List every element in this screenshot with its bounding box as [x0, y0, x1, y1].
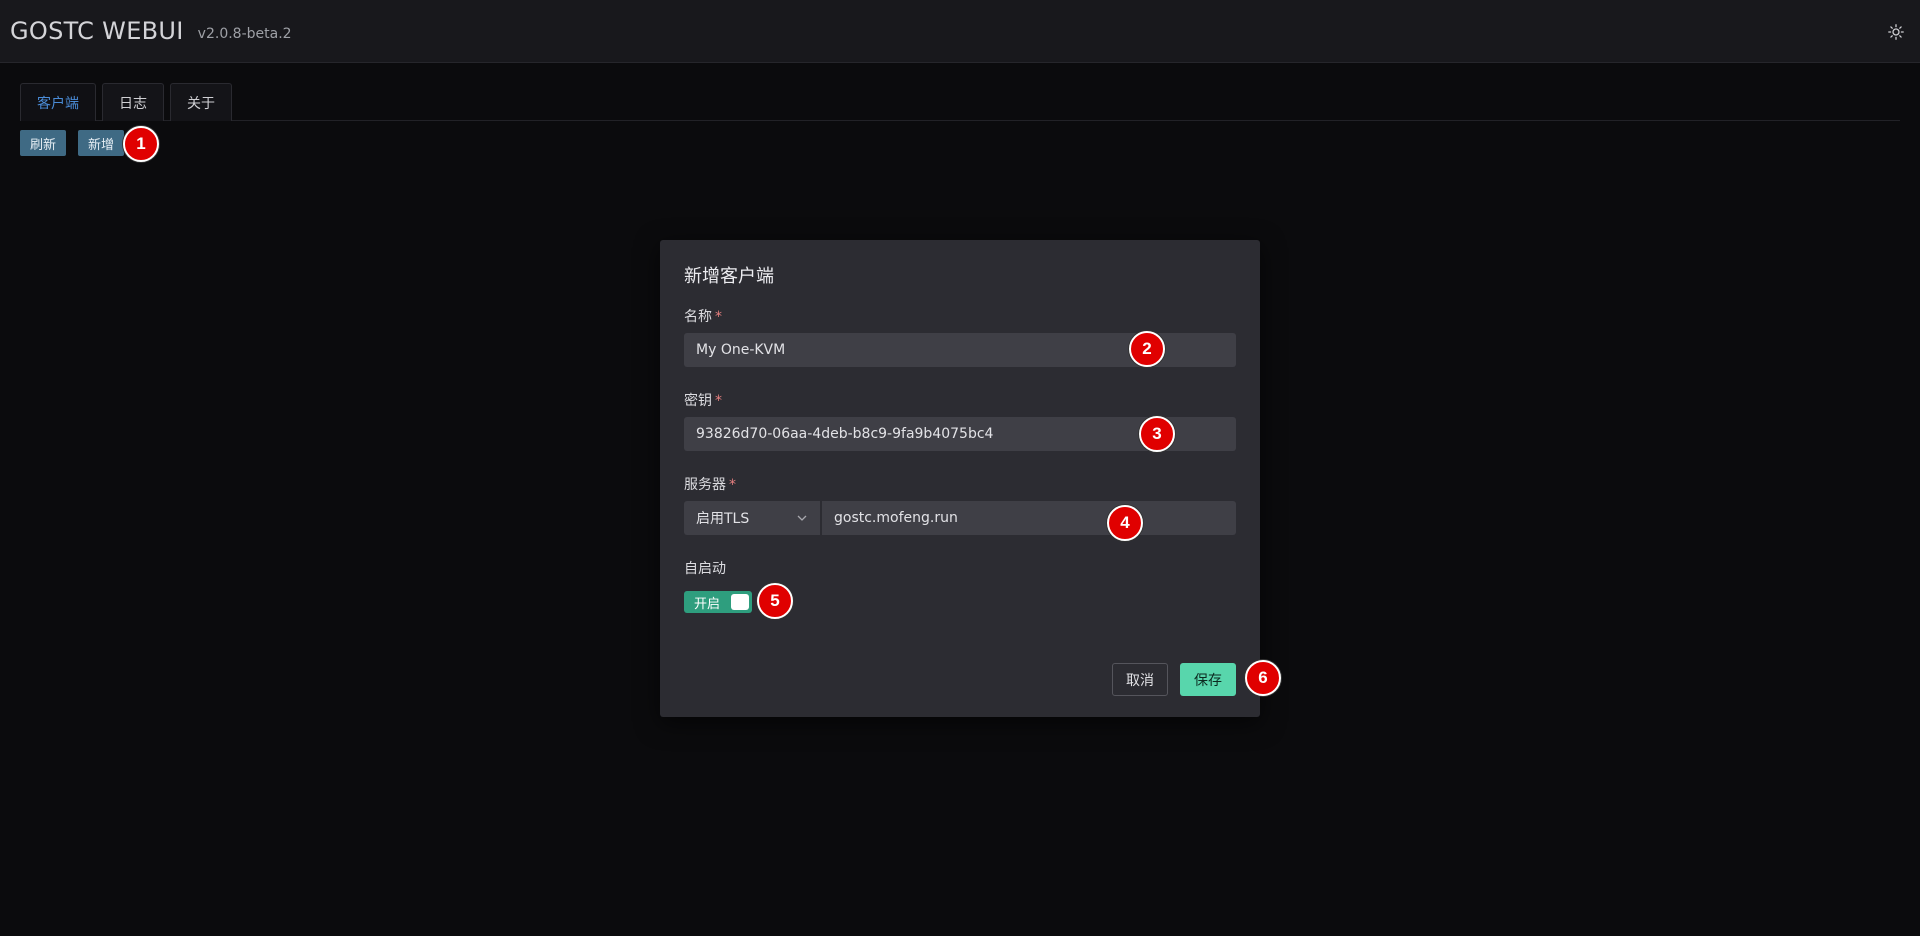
key-label-text: 密钥: [684, 393, 712, 409]
step-marker-4: 4: [1107, 505, 1143, 541]
tls-select[interactable]: 启用TLS: [684, 501, 821, 535]
key-label: 密钥 *: [684, 390, 722, 410]
server-label: 服务器 *: [684, 474, 736, 494]
dialog-title: 新增客户端: [684, 266, 774, 287]
sun-icon: [1888, 24, 1904, 40]
app-header: GOSTC WEBUI v2.0.8-beta.2: [0, 0, 1920, 63]
server-input-value: gostc.mofeng.run: [834, 510, 958, 526]
name-label: 名称 *: [684, 306, 722, 326]
add-button[interactable]: 新增: [78, 130, 125, 156]
step-marker-1: 1: [123, 126, 159, 162]
required-mark: *: [715, 393, 722, 409]
app-title: GOSTC WEBUI: [10, 17, 184, 45]
server-label-text: 服务器: [684, 477, 726, 493]
step-marker-6: 6: [1245, 660, 1281, 696]
switch-knob: [731, 594, 749, 610]
tab-logs[interactable]: 日志: [102, 83, 164, 121]
step-marker-5: 5: [757, 583, 793, 619]
theme-toggle-button[interactable]: [1886, 22, 1906, 42]
save-button[interactable]: 保存: [1180, 663, 1236, 696]
server-input[interactable]: gostc.mofeng.run: [822, 501, 1236, 535]
tab-bar: 客户端 日志 关于: [20, 83, 1900, 121]
required-mark: *: [729, 477, 736, 493]
autostart-switch[interactable]: 开启: [684, 591, 752, 613]
name-label-text: 名称: [684, 309, 712, 325]
refresh-button[interactable]: 刷新: [20, 130, 67, 156]
chevron-down-icon: [797, 515, 807, 521]
autostart-switch-label: 开启: [694, 596, 721, 612]
step-marker-2: 2: [1129, 331, 1165, 367]
name-input-value: My One-KVM: [696, 342, 786, 358]
cancel-button[interactable]: 取消: [1112, 663, 1168, 696]
required-mark: *: [715, 309, 722, 325]
key-input-value: 93826d70-06aa-4deb-b8c9-9fa9b4075bc4: [696, 426, 994, 442]
step-marker-3: 3: [1139, 416, 1175, 452]
tls-select-value: 启用TLS: [696, 511, 750, 527]
app-version: v2.0.8-beta.2: [197, 26, 292, 42]
autostart-label: 自启动: [684, 561, 726, 577]
tab-clients[interactable]: 客户端: [20, 83, 96, 121]
add-client-dialog: 新增客户端 名称 * My One-KVM 密钥 * 93826d70-06aa-4…: [660, 240, 1260, 717]
toolbar: 刷新 新增: [20, 130, 125, 156]
tab-about[interactable]: 关于: [170, 83, 232, 121]
